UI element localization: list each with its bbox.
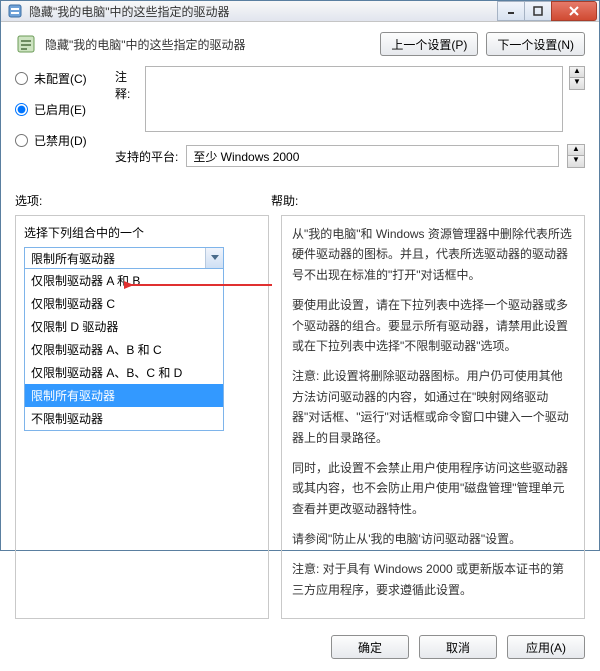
help-label: 帮助:	[271, 192, 298, 209]
radio-label: 已禁用(D)	[34, 132, 87, 149]
window-title: 隐藏"我的电脑"中的这些指定的驱动器	[29, 3, 498, 20]
help-text: 从"我的电脑"和 Windows 资源管理器中删除代表所选硬件驱动器的图标。并且…	[292, 224, 574, 285]
window-icon	[7, 3, 23, 19]
comment-label: 注释:	[115, 66, 139, 132]
help-text: 要使用此设置，请在下拉列表中选择一个驱动器或多个驱动器的组合。要显示所有驱动器，…	[292, 295, 574, 356]
restrict-drives-combo[interactable]: 限制所有驱动器 仅限制驱动器 A 和 B 仅限制驱动器 C 仅限制 D 驱动器 …	[24, 247, 224, 269]
header-row: 隐藏"我的电脑"中的这些指定的驱动器 上一个设置(P) 下一个设置(N)	[15, 32, 585, 56]
comment-spinner: ▲ ▼	[569, 66, 585, 132]
radio-label: 未配置(C)	[34, 70, 87, 87]
platform-spinner: ▲ ▼	[567, 144, 585, 168]
options-panel: 选择下列组合中的一个 限制所有驱动器 仅限制驱动器 A 和 B 仅限制驱动器 C…	[15, 215, 269, 619]
radio-disabled[interactable]: 已禁用(D)	[15, 132, 107, 149]
content-area: 隐藏"我的电脑"中的这些指定的驱动器 上一个设置(P) 下一个设置(N) 未配置…	[1, 22, 599, 627]
combo-display[interactable]: 限制所有驱动器	[24, 247, 224, 269]
prev-setting-button[interactable]: 上一个设置(P)	[380, 32, 478, 56]
help-text: 请参阅"防止从'我的电脑'访问驱动器"设置。	[292, 529, 574, 549]
dropdown-item[interactable]: 仅限制驱动器 C	[25, 292, 223, 315]
platform-label: 支持的平台:	[115, 148, 178, 165]
titlebar: 隐藏"我的电脑"中的这些指定的驱动器	[1, 1, 599, 22]
dropdown-item[interactable]: 仅限制驱动器 A 和 B	[25, 269, 223, 292]
combo-label: 选择下列组合中的一个	[24, 224, 260, 241]
chevron-down-icon	[205, 248, 223, 268]
dropdown-item[interactable]: 仅限制驱动器 A、B、C 和 D	[25, 361, 223, 384]
state-radios: 未配置(C) 已启用(E) 已禁用(D)	[15, 66, 107, 149]
options-label: 选项:	[15, 192, 271, 209]
combo-value: 限制所有驱动器	[31, 250, 115, 267]
help-text: 注意: 此设置将删除驱动器图标。用户仍可使用其他方法访问驱动器的内容，如通过在"…	[292, 366, 574, 448]
spin-down-icon[interactable]: ▼	[567, 156, 585, 168]
policy-icon	[15, 33, 37, 55]
help-text: 注意: 对于具有 Windows 2000 或更新版本证书的第三方应用程序，要求…	[292, 559, 574, 600]
dropdown-item[interactable]: 仅限制驱动器 A、B 和 C	[25, 338, 223, 361]
apply-button[interactable]: 应用(A)	[507, 635, 585, 659]
footer-buttons: 确定 取消 应用(A)	[1, 627, 599, 671]
dropdown-item[interactable]: 仅限制 D 驱动器	[25, 315, 223, 338]
upper-form: 未配置(C) 已启用(E) 已禁用(D) 注释: ▲ ▼ 支持的平台: 至少 W…	[15, 66, 585, 168]
maximize-button[interactable]	[524, 1, 552, 21]
platform-field: 至少 Windows 2000	[186, 145, 559, 167]
combo-dropdown: 仅限制驱动器 A 和 B 仅限制驱动器 C 仅限制 D 驱动器 仅限制驱动器 A…	[24, 269, 224, 431]
radio-unconfigured[interactable]: 未配置(C)	[15, 70, 107, 87]
comment-textarea[interactable]	[145, 66, 563, 132]
section-labels: 选项: 帮助:	[15, 192, 585, 209]
radio-enabled[interactable]: 已启用(E)	[15, 101, 107, 118]
lower-panels: 选择下列组合中的一个 限制所有驱动器 仅限制驱动器 A 和 B 仅限制驱动器 C…	[15, 215, 585, 619]
help-text: 同时，此设置不会禁止用户使用程序访问这些驱动器或其内容，也不会防止用户使用"磁盘…	[292, 458, 574, 519]
spin-down-icon[interactable]: ▼	[569, 78, 585, 90]
dropdown-item[interactable]: 限制所有驱动器	[25, 384, 223, 407]
next-setting-button[interactable]: 下一个设置(N)	[486, 32, 585, 56]
help-panel: 从"我的电脑"和 Windows 资源管理器中删除代表所选硬件驱动器的图标。并且…	[281, 215, 585, 619]
cancel-button[interactable]: 取消	[419, 635, 497, 659]
window-buttons	[498, 1, 597, 21]
header-text: 隐藏"我的电脑"中的这些指定的驱动器	[45, 36, 372, 53]
ok-button[interactable]: 确定	[331, 635, 409, 659]
dropdown-item[interactable]: 不限制驱动器	[25, 407, 223, 430]
radio-label: 已启用(E)	[34, 101, 86, 118]
close-button[interactable]	[551, 1, 597, 21]
policy-editor-window: 隐藏"我的电脑"中的这些指定的驱动器 隐藏"我的电脑"中的这些指定的驱动器 上一…	[0, 0, 600, 551]
platform-value: 至少 Windows 2000	[193, 148, 299, 165]
minimize-button[interactable]	[497, 1, 525, 21]
